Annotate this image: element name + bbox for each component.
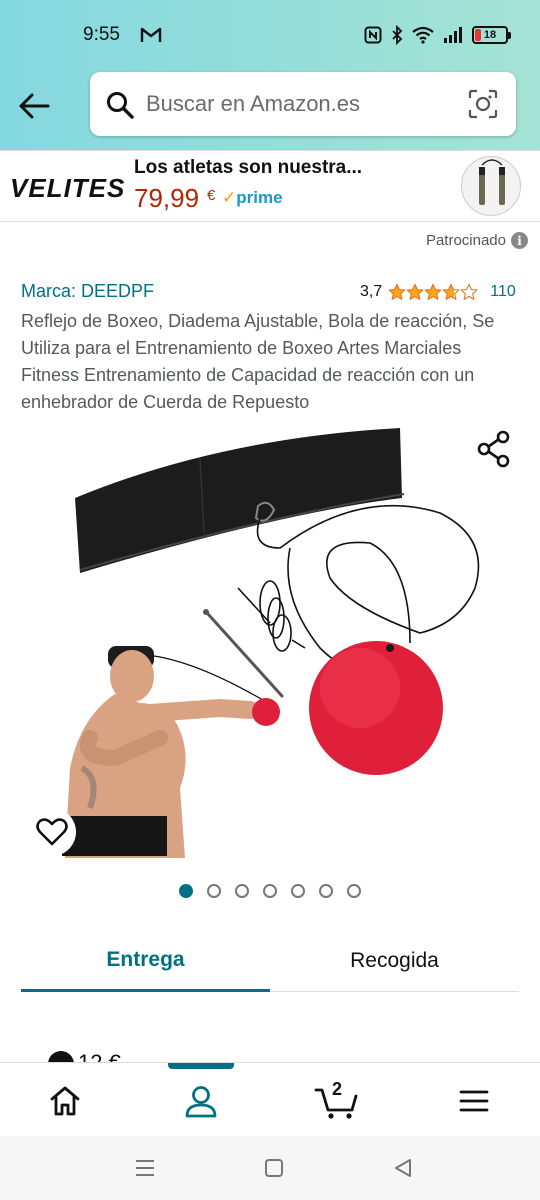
- carousel-dot[interactable]: [319, 884, 333, 898]
- recents-button[interactable]: [133, 1156, 157, 1180]
- nav-account[interactable]: [177, 1077, 225, 1125]
- battery-level: [475, 29, 481, 41]
- search-bar[interactable]: [90, 72, 516, 136]
- brand-link[interactable]: Marca: DEEDPF: [21, 281, 154, 302]
- wifi-icon: [412, 26, 434, 44]
- star-icon: [388, 283, 406, 300]
- star-icon: [460, 283, 478, 300]
- wishlist-button[interactable]: [28, 808, 76, 856]
- image-carousel-indicator[interactable]: [0, 884, 540, 898]
- camera-scan-icon[interactable]: [468, 89, 498, 119]
- account-icon: [185, 1086, 217, 1118]
- sponsored-text: Patrocinado: [425, 232, 506, 249]
- system-navigation-bar: [0, 1136, 540, 1200]
- rating-count[interactable]: 110: [490, 283, 516, 301]
- back-button[interactable]: [16, 88, 52, 124]
- product-title: Reflejo de Boxeo, Diadema Ajustable, Bol…: [21, 311, 495, 412]
- prime-badge: ✓prime: [222, 188, 283, 208]
- nav-home[interactable]: [41, 1077, 89, 1125]
- arrow-left-icon: [19, 93, 50, 119]
- sponsored-label[interactable]: Patrocinado i: [426, 232, 528, 249]
- headband-shape: [75, 428, 402, 573]
- ad-title[interactable]: Los atletas son nuestra...: [134, 157, 362, 179]
- ad-price: 79,99: [134, 183, 200, 213]
- carousel-dot[interactable]: [263, 884, 277, 898]
- bluetooth-icon: [392, 25, 403, 45]
- rating-value: 3,7: [360, 283, 383, 300]
- info-icon[interactable]: i: [511, 232, 528, 249]
- back-system-button[interactable]: [391, 1156, 415, 1180]
- ad-product-image[interactable]: [461, 156, 521, 216]
- prime-label: prime: [236, 188, 283, 207]
- status-time: 9:55: [83, 24, 120, 45]
- boxer-figure: [62, 646, 280, 858]
- carousel-dot[interactable]: [207, 884, 221, 898]
- prime-check-icon: ✓: [222, 188, 237, 207]
- cart-count: 2: [332, 1079, 343, 1099]
- active-tab-indicator: [168, 1063, 234, 1069]
- search-icon: [107, 92, 134, 119]
- star-icon: [424, 283, 442, 300]
- bottom-navigation: 2: [0, 1062, 540, 1136]
- product-image[interactable]: [20, 418, 520, 868]
- nav-menu[interactable]: [450, 1077, 498, 1125]
- carousel-dot[interactable]: [235, 884, 249, 898]
- ad-brand-logo: VELITES: [10, 173, 126, 203]
- rating-stars: [388, 283, 478, 301]
- share-button[interactable]: [476, 430, 512, 468]
- recents-icon: [136, 1160, 154, 1176]
- heart-icon: [36, 818, 68, 846]
- tab-entrega[interactable]: Entrega: [21, 930, 270, 992]
- search-input[interactable]: [146, 88, 446, 120]
- menu-icon: [459, 1090, 489, 1112]
- square-icon: [265, 1159, 283, 1177]
- share-icon: [477, 430, 510, 468]
- tab-recogida[interactable]: Recogida: [270, 930, 519, 992]
- carousel-dot[interactable]: [179, 884, 193, 898]
- gmail-icon: [140, 27, 162, 42]
- ad-currency: €: [207, 187, 216, 204]
- nfc-icon: [364, 26, 382, 44]
- spare-cord: [237, 580, 306, 652]
- battery-icon: 18: [472, 26, 511, 44]
- status-bar: 9:55 18: [0, 0, 540, 70]
- star-icon: [442, 283, 460, 300]
- nav-cart[interactable]: 2: [312, 1077, 360, 1125]
- product-rating[interactable]: 3,7 110: [360, 283, 516, 301]
- star-icon: [406, 283, 424, 300]
- threader-rod: [206, 612, 284, 698]
- app-header: 9:55 18 Buscar en Amazon.es: [0, 0, 540, 150]
- red-ball: [309, 641, 443, 775]
- status-icons: 18: [364, 25, 511, 45]
- carousel-dot[interactable]: [291, 884, 305, 898]
- home-system-button[interactable]: [262, 1156, 286, 1180]
- battery-percent: 18: [483, 29, 497, 41]
- signal-icon: [444, 27, 462, 43]
- home-icon: [50, 1086, 80, 1116]
- jump-rope-icon: [479, 159, 505, 205]
- delivery-tabs: Entrega Recogida: [21, 930, 519, 992]
- triangle-back-icon: [395, 1159, 411, 1177]
- carousel-dot[interactable]: [347, 884, 361, 898]
